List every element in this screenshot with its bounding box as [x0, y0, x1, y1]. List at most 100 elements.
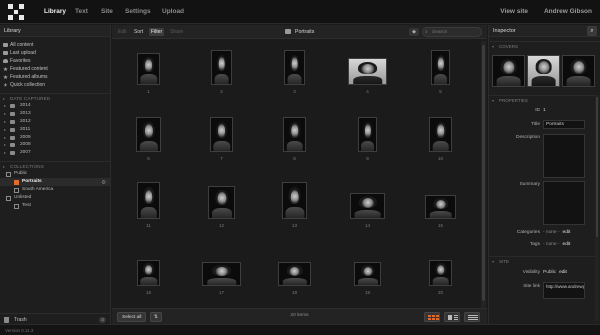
date-captured-section[interactable]: DATE CAPTURED — [0, 93, 110, 103]
portrait-face — [217, 124, 226, 138]
grid-scrollbar[interactable] — [481, 41, 486, 309]
collection-item-portraits[interactable]: Portraits ⚙ — [0, 178, 110, 187]
categories-edit-link[interactable]: edit — [563, 230, 571, 235]
nav-library[interactable]: Library — [44, 8, 66, 15]
photo-thumbnail-cell[interactable]: 3 — [258, 47, 331, 114]
sidebar-item-favorites[interactable]: Favorites — [0, 57, 110, 65]
photo-thumbnail-cell[interactable]: 10 — [404, 114, 477, 181]
content-toolbar: Edit Sort Filter Share Portraits ◆ ⌕ — [112, 25, 487, 39]
detail-view-icon[interactable] — [444, 312, 460, 322]
photo-thumbnail[interactable] — [357, 117, 378, 152]
photo-thumbnail-cell[interactable]: 19 — [331, 248, 404, 311]
photo-thumbnail[interactable] — [136, 52, 161, 85]
photo-thumbnail[interactable] — [429, 117, 452, 152]
photo-thumbnail-cell[interactable]: 16 — [112, 248, 185, 311]
photo-thumbnail[interactable] — [430, 50, 451, 85]
year-item-2011[interactable]: 2011 — [0, 126, 110, 134]
photo-thumbnail-cell[interactable]: 8 — [258, 114, 331, 181]
collection-item-south-america[interactable]: South America — [0, 186, 110, 194]
photo-thumbnail[interactable] — [137, 182, 160, 219]
grid-view-icon[interactable] — [424, 312, 440, 322]
covers-section[interactable]: COVERS — [489, 41, 600, 51]
photo-thumbnail-cell[interactable]: 5 — [404, 47, 477, 114]
year-item-2009[interactable]: 2009 — [0, 134, 110, 142]
photo-thumbnail[interactable] — [211, 50, 232, 85]
photo-thumbnail[interactable] — [284, 50, 305, 85]
photo-thumbnail-cell[interactable]: 4 — [331, 47, 404, 114]
tags-edit-link[interactable]: edit — [563, 242, 571, 247]
properties-section[interactable]: PROPERTIES — [489, 95, 595, 105]
year-item-2008[interactable]: 2008 — [0, 141, 110, 149]
site-link-value[interactable]: http://www.andrewgibson.com/portfolio — [543, 282, 585, 299]
photo-thumbnail-cell[interactable]: 18 — [258, 248, 331, 311]
list-view-icon[interactable] — [464, 312, 480, 322]
sidebar-item-featured-albums[interactable]: Featured albums — [0, 73, 110, 81]
collection-item-public[interactable]: Public — [0, 170, 110, 178]
photo-thumbnail-cell[interactable]: 7 — [185, 114, 258, 181]
user-menu[interactable]: Andrew Gibson — [544, 8, 592, 15]
photo-thumbnail-cell[interactable]: 6 — [112, 114, 185, 181]
photo-thumbnail[interactable] — [429, 260, 452, 286]
photo-thumbnail[interactable] — [425, 195, 456, 219]
inspector-scrollbar-thumb[interactable] — [596, 97, 598, 237]
year-item-2014[interactable]: 2014 — [0, 102, 110, 110]
view-site-link[interactable]: View site — [500, 8, 528, 15]
edit-button[interactable]: Edit — [116, 28, 129, 36]
sort-button[interactable]: Sort — [132, 28, 145, 36]
photo-thumbnail-cell[interactable]: 1 — [112, 47, 185, 114]
grid-scrollbar-thumb[interactable] — [482, 45, 485, 301]
photo-thumbnail-cell[interactable]: 13 — [258, 181, 331, 248]
year-item-2007[interactable]: 2007 — [0, 149, 110, 157]
sidebar-item-all-content[interactable]: All content — [0, 41, 110, 49]
photo-thumbnail-cell[interactable]: 14 — [331, 181, 404, 248]
inspector-scrollbar[interactable] — [595, 95, 599, 321]
photo-thumbnail[interactable] — [136, 260, 161, 286]
year-item-2013[interactable]: 2013 — [0, 110, 110, 118]
filter-button[interactable]: Filter — [149, 28, 165, 36]
photo-thumbnail-cell[interactable]: 2 — [185, 47, 258, 114]
sidebar-item-last-upload[interactable]: Last upload — [0, 49, 110, 57]
koken-logo[interactable] — [8, 4, 24, 20]
year-item-2012[interactable]: 2012 — [0, 118, 110, 126]
sidebar-item-featured-content[interactable]: Featured content — [0, 65, 110, 73]
photo-thumbnail-cell[interactable]: 12 — [185, 181, 258, 248]
photo-thumbnail-cell[interactable]: 20 — [404, 248, 477, 311]
photo-thumbnail[interactable] — [278, 262, 311, 286]
photo-thumbnail[interactable] — [283, 117, 306, 152]
collection-item-unlisted[interactable]: Unlisted — [0, 194, 110, 202]
tag-filter-icon[interactable]: ◆ — [409, 28, 419, 36]
photo-thumbnail[interactable] — [209, 117, 234, 152]
photo-thumbnail[interactable] — [208, 185, 235, 219]
visibility-edit-link[interactable]: edit — [559, 270, 567, 275]
cover-thumbnail[interactable] — [492, 55, 525, 87]
photo-thumbnail[interactable] — [281, 182, 308, 219]
sidebar-item-quick-collection[interactable]: Quick collection — [0, 81, 110, 89]
photo-thumbnail[interactable] — [354, 262, 381, 286]
photo-thumbnail-cell[interactable]: 17 — [185, 248, 258, 311]
photo-thumbnail[interactable] — [136, 117, 161, 152]
collection-item-test[interactable]: Test — [0, 202, 110, 210]
nav-upload[interactable]: Upload — [162, 8, 184, 15]
nav-settings[interactable]: Settings — [125, 8, 151, 15]
cover-thumbnail[interactable] — [562, 55, 595, 87]
nav-text[interactable]: Text — [75, 8, 88, 15]
photo-thumbnail[interactable] — [348, 58, 387, 85]
sort-arrows-icon[interactable]: ⇅ — [150, 312, 162, 322]
nav-site[interactable]: Site — [101, 8, 113, 15]
select-all-button[interactable]: Select all — [117, 312, 147, 322]
photo-thumbnail-cell[interactable]: 9 — [331, 114, 404, 181]
search-input[interactable] — [422, 27, 482, 37]
collections-section[interactable]: COLLECTIONS — [0, 161, 110, 171]
cover-thumbnail[interactable] — [527, 55, 560, 87]
photo-thumbnail-cell[interactable]: 15 — [404, 181, 477, 248]
photo-thumbnail-cell[interactable]: 11 — [112, 181, 185, 248]
description-field[interactable] — [543, 134, 585, 178]
search-icon[interactable]: ⌕ — [587, 26, 597, 36]
summary-field[interactable] — [543, 181, 585, 225]
share-button[interactable]: Share — [168, 28, 185, 36]
title-field[interactable]: Portraits — [543, 120, 585, 129]
photo-thumbnail[interactable] — [202, 262, 241, 286]
portrait-body — [360, 140, 375, 151]
photo-thumbnail[interactable] — [349, 193, 386, 219]
site-section[interactable]: SITE — [489, 256, 595, 266]
